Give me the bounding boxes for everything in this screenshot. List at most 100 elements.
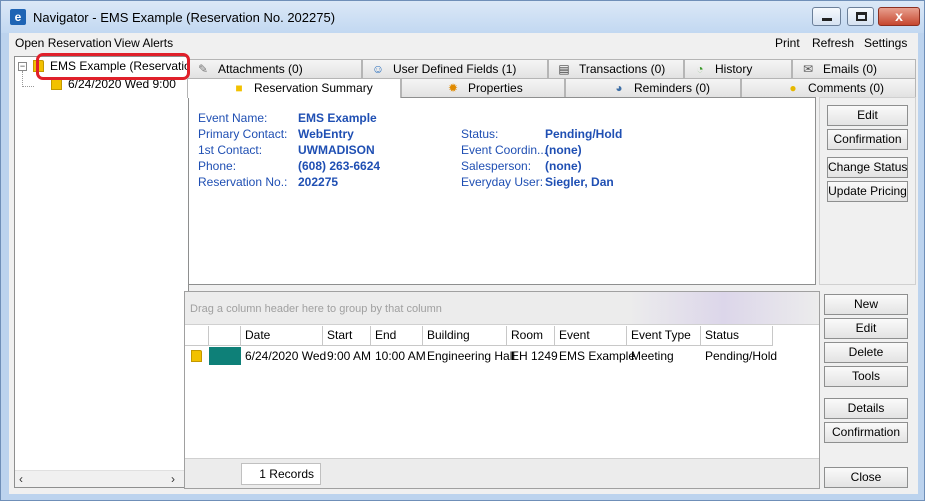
tab-attachments[interactable]: ✎ Attachments (0) <box>187 59 362 78</box>
paperclip-icon: ✎ <box>197 62 209 76</box>
cell-status: Pending/Hold <box>705 349 778 363</box>
column-header-date[interactable]: Date <box>241 326 323 346</box>
cell-end: 10:00 AM <box>375 349 426 363</box>
edit-reservation-button[interactable]: Edit <box>827 105 908 126</box>
event-name-label: Event Name: <box>198 111 268 125</box>
tab-label: User Defined Fields (1) <box>393 62 517 76</box>
ems-app-icon: e <box>10 9 26 25</box>
summary-actions-panel: Edit Confirmation Change Status Update P… <box>819 97 916 285</box>
reminders-icon: ◕ <box>615 81 623 95</box>
event-coordinator-label: Event Coordin... <box>461 143 548 157</box>
status-label: Status: <box>461 127 499 141</box>
update-pricing-button[interactable]: Update Pricing <box>827 181 908 202</box>
tab-label: Attachments (0) <box>218 62 303 76</box>
scroll-left-icon[interactable]: ‹ <box>19 472 23 486</box>
cell-event-type: Meeting <box>631 349 674 363</box>
tree-connector <box>22 86 34 87</box>
records-count: 1 Records <box>241 463 321 485</box>
column-header-icon[interactable] <box>185 326 209 346</box>
maximize-icon <box>856 12 867 21</box>
tab-comments[interactable]: ● Comments (0) <box>741 78 916 97</box>
menu-open-reservation[interactable]: Open Reservation <box>15 36 112 50</box>
properties-icon: ✹ <box>447 81 459 95</box>
first-contact-value[interactable]: UWMADISON <box>298 143 375 157</box>
tab-emails[interactable]: ✉ Emails (0) <box>792 59 916 78</box>
tab-transactions[interactable]: ▤ Transactions (0) <box>548 59 684 78</box>
title-bar[interactable]: e Navigator - EMS Example (Reservation N… <box>1 1 924 33</box>
menu-bar: Open Reservation View Alerts Print Refre… <box>9 33 918 53</box>
menu-view-alerts[interactable]: View Alerts <box>114 36 173 50</box>
new-booking-button[interactable]: New <box>824 294 908 315</box>
bookings-grid: Drag a column header here to group by th… <box>184 291 820 489</box>
primary-contact-label: Primary Contact: <box>198 127 288 141</box>
cell-date: 6/24/2020 Wed <box>245 349 327 363</box>
reservation-no-label: Reservation No.: <box>198 175 288 189</box>
menu-settings[interactable]: Settings <box>864 36 907 50</box>
column-header-status[interactable]: Status <box>701 326 773 346</box>
reservation-no-value: 202275 <box>298 175 339 189</box>
everyday-user-value: Siegler, Dan <box>545 175 614 189</box>
close-window-button[interactable]: x <box>878 7 920 26</box>
tab-properties[interactable]: ✹ Properties <box>401 78 565 97</box>
event-coordinator-value: (none) <box>545 143 582 157</box>
group-by-hint: Drag a column header here to group by th… <box>190 303 442 315</box>
column-header-event[interactable]: Event <box>555 326 627 346</box>
booking-confirmation-button[interactable]: Confirmation <box>824 422 908 443</box>
column-header-end[interactable]: End <box>371 326 423 346</box>
column-header-building[interactable]: Building <box>423 326 507 346</box>
tab-row-bottom: ■ Reservation Summary ✹ Properties ◕ Remind… <box>187 78 916 98</box>
scroll-right-icon[interactable]: › <box>171 472 175 486</box>
everyday-user-label: Everyday User: <box>461 175 544 189</box>
cell-start: 9:00 AM <box>327 349 372 363</box>
booking-status-color <box>209 347 241 365</box>
close-button[interactable]: Close <box>824 467 908 488</box>
tab-label: Emails (0) <box>823 62 878 76</box>
tab-reminders[interactable]: ◕ Reminders (0) <box>565 78 741 97</box>
window-title: Navigator - EMS Example (Reservation No.… <box>33 10 336 25</box>
column-header-start[interactable]: Start <box>323 326 371 346</box>
email-icon: ✉ <box>802 62 814 76</box>
tab-history[interactable]: ◔ History <box>684 59 792 78</box>
menu-refresh[interactable]: Refresh <box>812 36 854 50</box>
details-button[interactable]: Details <box>824 398 908 419</box>
column-header-event-type[interactable]: Event Type <box>627 326 701 346</box>
highlight-annotation <box>36 53 190 80</box>
tab-reservation-summary[interactable]: ■ Reservation Summary <box>187 78 401 98</box>
minimize-icon <box>822 18 832 21</box>
tree-horizontal-scrollbar[interactable]: ‹ › <box>15 470 188 487</box>
cell-building: Engineering Hall <box>427 349 516 363</box>
grid-footer: 1 Records <box>185 458 819 488</box>
edit-booking-button[interactable]: Edit <box>824 318 908 339</box>
group-by-panel[interactable]: Drag a column header here to group by th… <box>185 292 819 325</box>
reservation-tree[interactable]: − EMS Example (Reservatio 6/24/2020 Wed … <box>14 56 189 488</box>
menu-print[interactable]: Print <box>775 36 800 50</box>
status-value: Pending/Hold <box>545 127 623 141</box>
phone-value: (608) 263-6624 <box>298 159 381 173</box>
tools-button[interactable]: Tools <box>824 366 908 387</box>
user-fields-icon: ☺ <box>371 62 385 76</box>
minimize-button[interactable] <box>812 7 841 26</box>
folder-icon: ■ <box>235 81 243 95</box>
comments-icon: ● <box>789 81 797 95</box>
folder-icon <box>191 350 202 362</box>
collapse-icon[interactable]: − <box>18 62 27 71</box>
reservation-summary-panel: Event Name: EMS Example Primary Contact:… <box>188 97 816 285</box>
maximize-button[interactable] <box>847 7 874 26</box>
client-area: Open Reservation View Alerts Print Refre… <box>9 33 918 494</box>
first-contact-label: 1st Contact: <box>198 143 263 157</box>
tab-label: Properties <box>468 81 523 95</box>
column-header-room[interactable]: Room <box>507 326 555 346</box>
reservation-confirmation-button[interactable]: Confirmation <box>827 129 908 150</box>
close-icon: x <box>895 8 903 24</box>
delete-booking-button[interactable]: Delete <box>824 342 908 363</box>
column-header-color[interactable] <box>209 326 241 346</box>
tab-label: Transactions (0) <box>579 62 666 76</box>
salesperson-value: (none) <box>545 159 582 173</box>
cell-event: EMS Example <box>559 349 636 363</box>
booking-actions-panel: New Edit Delete Tools Details Confirmati… <box>823 291 918 489</box>
tab-user-defined-fields[interactable]: ☺ User Defined Fields (1) <box>362 59 548 78</box>
change-status-button[interactable]: Change Status <box>827 157 908 178</box>
booking-folder-icon <box>187 347 208 365</box>
primary-contact-value[interactable]: WebEntry <box>298 127 354 141</box>
phone-label: Phone: <box>198 159 237 173</box>
